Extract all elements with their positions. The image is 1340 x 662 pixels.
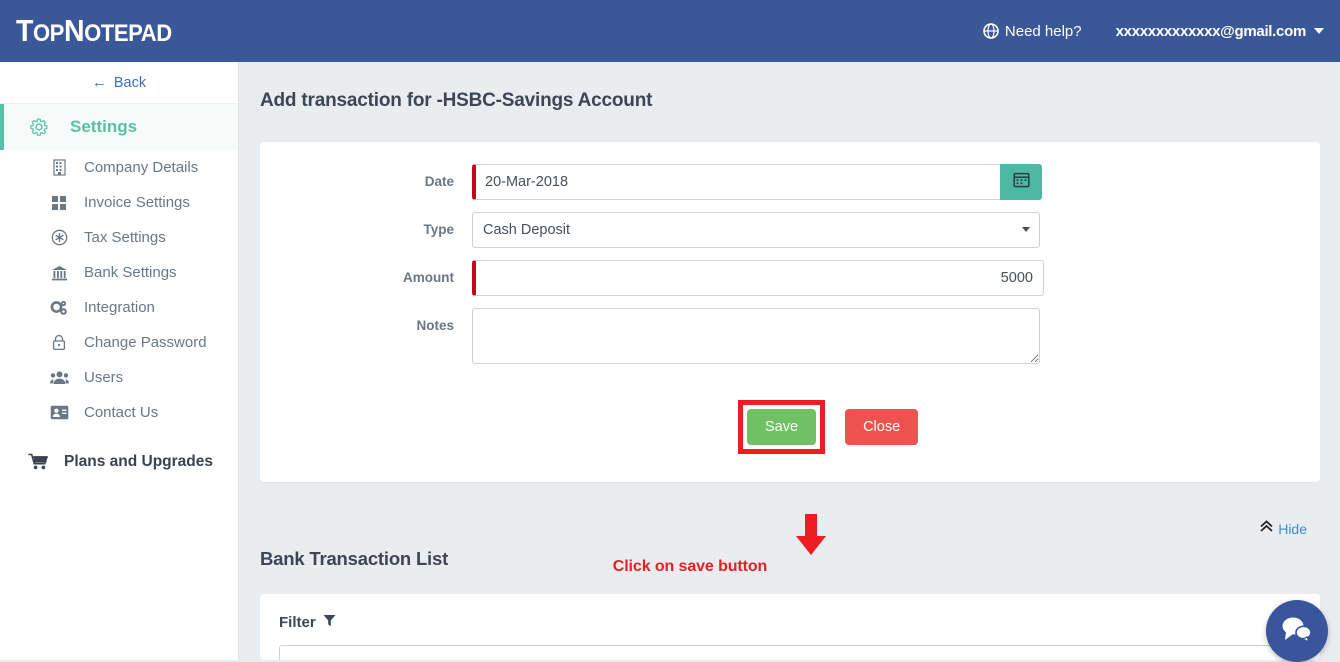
form-row-notes: Notes xyxy=(260,308,1320,369)
sidebar-item-label: Bank Settings xyxy=(84,264,177,281)
arrow-down-icon xyxy=(794,514,828,556)
date-field-group xyxy=(472,164,1042,200)
sidebar-item-settings[interactable]: Settings xyxy=(0,104,238,150)
transaction-form-card: Date xyxy=(260,142,1320,482)
sidebar-plans-label: Plans and Upgrades xyxy=(64,453,213,471)
sidebar-item-contact-us[interactable]: Contact Us xyxy=(0,395,238,430)
page-title: Add transaction for -HSBC-Savings Accoun… xyxy=(260,90,1340,112)
form-row-date: Date xyxy=(260,164,1320,200)
building-icon xyxy=(48,159,70,176)
sidebar-item-change-password[interactable]: Change Password xyxy=(0,325,238,360)
filter-card: Filter xyxy=(260,594,1320,660)
save-button-highlight-annotation: Save xyxy=(738,400,825,454)
sidebar-item-label: Integration xyxy=(84,299,155,316)
form-row-type: Type Cash Deposit xyxy=(260,212,1320,248)
chat-bubbles-icon xyxy=(1280,614,1314,649)
amount-field-group xyxy=(472,260,1044,296)
date-label: Date xyxy=(260,164,472,200)
notes-field-group xyxy=(472,308,1040,369)
filter-label-group[interactable]: Filter xyxy=(279,614,336,631)
chat-widget-button[interactable] xyxy=(1266,600,1328,662)
sidebar-item-label: Users xyxy=(84,369,123,386)
type-select-value: Cash Deposit xyxy=(483,222,570,238)
annotation-text: Click on save button xyxy=(498,558,882,576)
save-button[interactable]: Save xyxy=(747,409,816,445)
sidebar-item-label: Tax Settings xyxy=(84,229,166,246)
close-button[interactable]: Close xyxy=(845,409,918,445)
sidebar-item-label: Invoice Settings xyxy=(84,194,190,211)
sidebar: ← Back Settings Company Details xyxy=(0,62,239,660)
sidebar-item-tax-settings[interactable]: Tax Settings xyxy=(0,220,238,255)
sidebar-item-label: Change Password xyxy=(84,334,207,351)
date-picker-button[interactable] xyxy=(1000,164,1042,200)
form-row-amount: Amount xyxy=(260,260,1320,296)
sidebar-item-invoice-settings[interactable]: Invoice Settings xyxy=(0,185,238,220)
app-logo[interactable]: TOPNOTEPAD xyxy=(16,13,172,49)
caret-down-icon xyxy=(1314,28,1324,34)
hide-toggle-link[interactable]: Hide xyxy=(1260,520,1307,538)
bank-icon xyxy=(48,265,70,281)
bank-transaction-list-title: Bank Transaction List xyxy=(260,548,448,570)
sidebar-item-plans-and-upgrades[interactable]: Plans and Upgrades xyxy=(0,444,238,479)
contact-card-icon xyxy=(48,405,70,420)
amount-label: Amount xyxy=(260,260,472,296)
top-header-bar: TOPNOTEPAD Need help? xxxxxxxxxxxxx@gmai… xyxy=(0,0,1340,62)
user-email-label: xxxxxxxxxxxxx@gmail.com xyxy=(1116,23,1306,40)
sidebar-item-label: Contact Us xyxy=(84,404,158,421)
type-select[interactable]: Cash Deposit xyxy=(472,212,1040,248)
arrow-left-icon: ← xyxy=(92,75,107,90)
type-label: Type xyxy=(260,212,472,248)
gears-icon xyxy=(48,300,70,316)
filter-label: Filter xyxy=(279,614,316,631)
calendar-icon xyxy=(1013,171,1030,193)
user-account-menu[interactable]: xxxxxxxxxxxxx@gmail.com xyxy=(1116,23,1324,40)
sidebar-item-users[interactable]: Users xyxy=(0,360,238,395)
header-right-group: Need help? xxxxxxxxxxxxx@gmail.com xyxy=(983,23,1324,40)
form-action-buttons: Save Close xyxy=(738,400,918,454)
lock-icon xyxy=(48,334,70,351)
funnel-icon xyxy=(323,614,336,631)
need-help-label: Need help? xyxy=(1005,23,1082,40)
hide-label: Hide xyxy=(1278,521,1307,537)
sidebar-item-bank-settings[interactable]: Bank Settings xyxy=(0,255,238,290)
need-help-button[interactable]: Need help? xyxy=(983,23,1082,40)
sidebar-back-button[interactable]: ← Back xyxy=(0,62,238,104)
date-input[interactable] xyxy=(472,164,1000,200)
grid-squares-icon xyxy=(48,195,70,211)
shopping-cart-icon xyxy=(26,453,50,470)
asterisk-circle-icon xyxy=(48,229,70,246)
chevron-double-up-icon xyxy=(1260,520,1273,538)
sidebar-back-label: Back xyxy=(114,75,146,91)
notes-textarea[interactable] xyxy=(472,308,1040,364)
gear-icon xyxy=(26,117,52,137)
globe-icon xyxy=(983,23,999,39)
filter-input[interactable] xyxy=(279,645,1301,660)
sidebar-item-label: Company Details xyxy=(84,159,198,176)
sidebar-settings-label: Settings xyxy=(70,117,137,137)
main-content: Add transaction for -HSBC-Savings Accoun… xyxy=(240,62,1340,660)
sidebar-item-company-details[interactable]: Company Details xyxy=(0,150,238,185)
amount-input[interactable] xyxy=(472,260,1044,296)
users-icon xyxy=(48,370,70,385)
notes-label: Notes xyxy=(260,308,472,344)
type-field-group: Cash Deposit xyxy=(472,212,1040,248)
sidebar-item-integration[interactable]: Integration xyxy=(0,290,238,325)
